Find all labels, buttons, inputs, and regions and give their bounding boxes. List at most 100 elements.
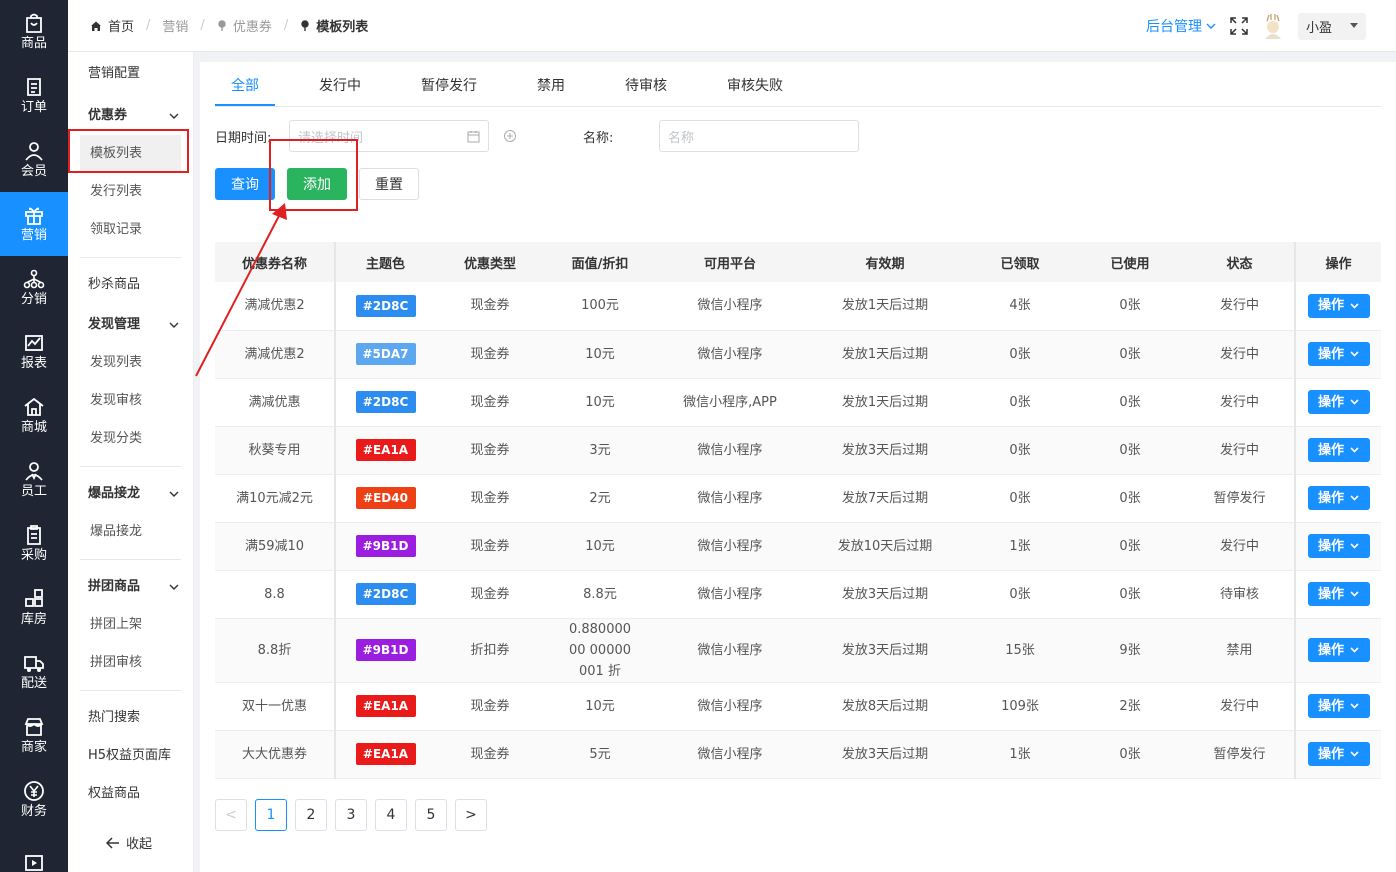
page-2-button[interactable]: 2 <box>295 799 327 831</box>
table-row: 满减优惠2 #5DA7 现金券 10元 微信小程序 发放1天后过期 0张 0张 发行中 操作 <box>215 330 1381 379</box>
cell-used: 0张 <box>1075 282 1185 331</box>
tab-3[interactable]: 禁用 <box>521 66 581 106</box>
tab-5[interactable]: 审核失败 <box>711 66 799 106</box>
nav-item-chart[interactable]: 报表 <box>0 320 68 384</box>
user-dropdown[interactable]: 小盈 <box>1297 12 1366 40</box>
sm-item-discover-review[interactable]: 发现审核 <box>68 382 193 420</box>
table-row: 8.8 #2D8C 现金券 8.8元 微信小程序 发放3天后过期 0张 0张 待审核 操作 <box>215 570 1381 619</box>
crumb-coupon[interactable]: 优惠券 <box>233 16 272 35</box>
add-button[interactable]: 添加 <box>287 168 347 200</box>
nav-item-store[interactable]: 商家 <box>0 704 68 768</box>
color-badge: #EA1A <box>355 743 416 765</box>
page-3-button[interactable]: 3 <box>335 799 367 831</box>
sm-section-label: 拼团商品 <box>88 579 141 594</box>
name-input[interactable]: 名称 <box>659 120 859 152</box>
cell-status: 发行中 <box>1185 378 1295 427</box>
operate-dropdown-button[interactable]: 操作 <box>1307 390 1370 414</box>
cell-value: 0.88000000 00000001 折 <box>545 618 655 683</box>
date-label: 日期时间: <box>215 130 272 146</box>
reset-button[interactable]: 重置 <box>359 168 419 200</box>
cell-color: #EA1A <box>334 426 435 475</box>
avatar[interactable] <box>1262 13 1284 39</box>
admin-dropdown[interactable]: 后台管理 <box>1146 16 1216 36</box>
sm-hot-search[interactable]: 热门搜索 <box>68 699 193 737</box>
sm-marketing-config[interactable]: 营销配置 <box>68 55 193 93</box>
nav-label: 商家 <box>20 740 47 755</box>
operate-dropdown-button[interactable]: 操作 <box>1307 534 1370 558</box>
nav-item-user[interactable]: 会员 <box>0 128 68 192</box>
sm-section-hot[interactable]: 爆品接龙 <box>68 475 193 513</box>
sm-h5-library[interactable]: H5权益页面库 <box>68 737 193 775</box>
sm-section-discover[interactable]: 发现管理 <box>68 306 193 344</box>
sm-item-discover-category[interactable]: 发现分类 <box>68 420 193 458</box>
tab-0[interactable]: 全部 <box>215 66 275 106</box>
tab-2[interactable]: 暂停发行 <box>405 66 493 106</box>
page-5-button[interactable]: 5 <box>415 799 447 831</box>
tab-4[interactable]: 待审核 <box>609 66 683 106</box>
cell-received: 1张 <box>965 522 1075 571</box>
operate-dropdown-button[interactable]: 操作 <box>1307 342 1370 366</box>
table-row: 满10元减2元 #ED40 现金券 2元 微信小程序 发放7天后过期 0张 0张 暂停发行 操作 <box>215 474 1381 523</box>
sm-section-coupon[interactable]: 优惠券 <box>68 97 193 135</box>
chevron-down-icon <box>1350 303 1359 309</box>
cell-value: 10元 <box>545 378 655 427</box>
sm-section-group[interactable]: 拼团商品 <box>68 568 193 606</box>
video-icon <box>25 855 43 871</box>
date-input[interactable]: 请选择时间 <box>289 120 489 152</box>
sm-item-hot-relay[interactable]: 爆品接龙 <box>68 513 193 551</box>
crumb-marketing[interactable]: 营销 <box>162 16 188 35</box>
add-circle-icon[interactable] <box>503 129 517 143</box>
nav-item-network[interactable]: 分销 <box>0 256 68 320</box>
nav-item-staff[interactable]: 员工 <box>0 448 68 512</box>
sm-rights-goods[interactable]: 权益商品 <box>68 775 193 813</box>
nav-item-warehouse[interactable]: 库房 <box>0 576 68 640</box>
next-page-button[interactable]: > <box>455 799 487 831</box>
annotation-arrow-icon <box>195 203 287 377</box>
cell-status: 禁用 <box>1185 618 1295 683</box>
nav-label: 营销 <box>20 228 47 243</box>
cell-used: 0张 <box>1075 570 1185 619</box>
operate-dropdown-button[interactable]: 操作 <box>1307 582 1370 606</box>
operate-dropdown-button[interactable]: 操作 <box>1307 742 1370 766</box>
page-1-button[interactable]: 1 <box>255 799 287 831</box>
query-button[interactable]: 查询 <box>215 168 275 200</box>
nav-item-video[interactable] <box>0 832 68 872</box>
tab-1[interactable]: 发行中 <box>303 66 377 106</box>
nav-item-order[interactable]: 订单 <box>0 64 68 128</box>
cell-color: #2D8C <box>334 378 435 427</box>
cell-name: 满59减10 <box>215 522 335 571</box>
prev-page-button[interactable]: < <box>215 799 247 831</box>
operate-dropdown-button[interactable]: 操作 <box>1307 293 1370 318</box>
operate-dropdown-button[interactable]: 操作 <box>1307 638 1370 662</box>
cell-value: 10元 <box>545 330 655 379</box>
fullscreen-icon[interactable] <box>1230 17 1248 35</box>
nav-item-yen[interactable]: 财务 <box>0 768 68 832</box>
page-4-button[interactable]: 4 <box>375 799 407 831</box>
collapse-button[interactable]: 收起 <box>106 833 152 852</box>
crumb-home[interactable]: 首页 <box>108 16 134 35</box>
cell-status: 发行中 <box>1185 330 1295 379</box>
sm-item-issue-list[interactable]: 发行列表 <box>68 173 193 211</box>
operate-dropdown-button[interactable]: 操作 <box>1307 486 1370 510</box>
nav-item-truck[interactable]: 配送 <box>0 640 68 704</box>
nav-item-home[interactable]: 商城 <box>0 384 68 448</box>
cell-received: 1张 <box>965 730 1075 779</box>
nav-item-bag[interactable]: 商品 <box>0 0 68 64</box>
sm-item-template-list[interactable]: 模板列表 <box>80 135 181 173</box>
cell-type: 现金券 <box>435 282 545 331</box>
nav-item-clipboard[interactable]: 采购 <box>0 512 68 576</box>
operate-dropdown-button[interactable]: 操作 <box>1307 694 1370 718</box>
sm-item-receive-records[interactable]: 领取记录 <box>68 211 193 249</box>
cell-received: 0张 <box>965 378 1075 427</box>
column-header: 主题色 <box>334 242 435 282</box>
sm-item-discover-list[interactable]: 发现列表 <box>68 344 193 382</box>
sm-flash-sale[interactable]: 秒杀商品 <box>68 266 193 304</box>
operate-dropdown-button[interactable]: 操作 <box>1307 438 1370 462</box>
operate-label: 操作 <box>1317 698 1344 714</box>
sm-item-group-shelf[interactable]: 拼团上架 <box>68 606 193 644</box>
cell-status: 发行中 <box>1185 522 1295 571</box>
operate-label: 操作 <box>1317 586 1344 602</box>
divider <box>80 559 181 560</box>
sm-item-group-review[interactable]: 拼团审核 <box>68 644 193 682</box>
nav-item-gift[interactable]: 营销 <box>0 192 68 256</box>
